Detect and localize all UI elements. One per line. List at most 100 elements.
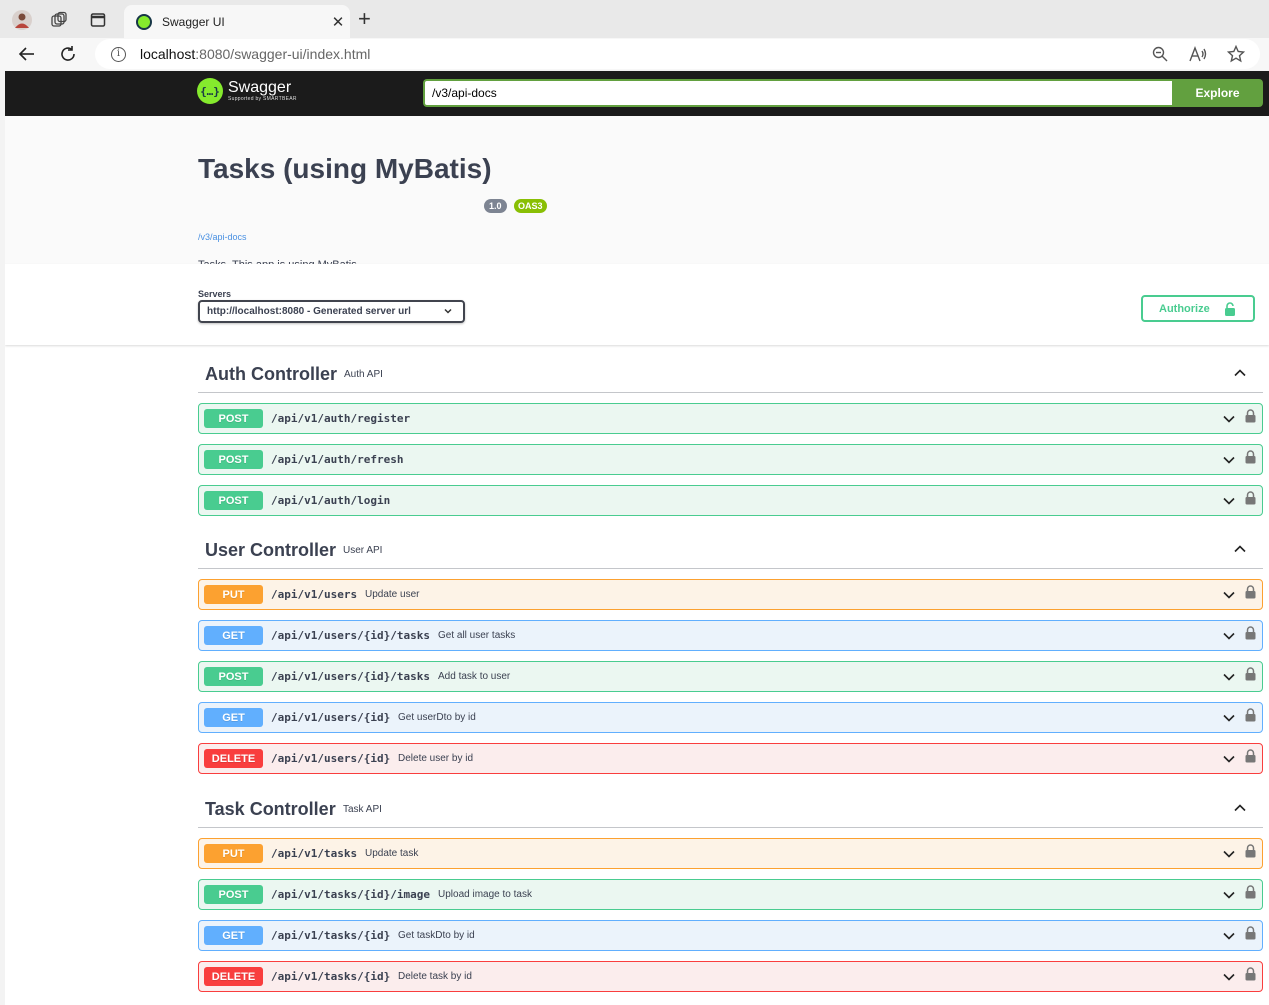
operation-path: /api/v1/users/{id}/tasks: [271, 670, 430, 683]
lock-icon[interactable]: [1245, 450, 1256, 469]
operation-summary: Get userDto by id: [398, 712, 476, 723]
operation-path: /api/v1/tasks: [271, 847, 358, 860]
chevron-down-icon[interactable]: [1222, 888, 1236, 907]
method-badge: POST: [204, 491, 263, 510]
tag-name: Auth Controller: [205, 364, 337, 384]
swagger-favicon-icon: [136, 13, 152, 30]
operation-path: /api/v1/auth/login: [271, 494, 391, 507]
lock-icon[interactable]: [1245, 967, 1256, 986]
operation-row[interactable]: GET/api/v1/users/{id} Get userDto by id: [198, 702, 1263, 733]
operation-row[interactable]: POST/api/v1/auth/login: [198, 485, 1263, 516]
spec-link[interactable]: /v3/api-docs: [198, 232, 247, 242]
chevron-down-icon[interactable]: [1222, 970, 1236, 989]
operation-summary: Get taskDto by id: [398, 930, 475, 941]
method-badge: POST: [204, 885, 263, 904]
operation-row[interactable]: POST/api/v1/users/{id}/tasks Add task to …: [198, 661, 1263, 692]
spec-url-input[interactable]: /v3/api-docs: [423, 79, 1173, 107]
lock-icon[interactable]: [1245, 708, 1256, 727]
method-badge: PUT: [204, 585, 263, 604]
back-icon[interactable]: [15, 42, 39, 66]
tag-section-header[interactable]: User Controller User API: [198, 534, 1263, 569]
operation-path: /api/v1/users/{id}/tasks: [271, 629, 430, 642]
vertical-tabs-icon[interactable]: [86, 8, 110, 32]
operation-row[interactable]: DELETE/api/v1/users/{id} Delete user by i…: [198, 743, 1263, 774]
favorite-star-icon[interactable]: [1224, 42, 1248, 66]
close-tab-icon[interactable]: ✕: [326, 13, 350, 31]
operation-path: /api/v1/tasks/{id}: [271, 929, 391, 942]
workspaces-icon[interactable]: [47, 8, 71, 32]
tag-section-header[interactable]: Task Controller Task API: [198, 793, 1263, 828]
lock-icon[interactable]: [1245, 885, 1256, 904]
lock-icon[interactable]: [1245, 626, 1256, 645]
method-badge: GET: [204, 708, 263, 727]
tag-section-header[interactable]: Auth Controller Auth API: [198, 358, 1263, 393]
servers-label: Servers: [198, 289, 232, 299]
operation-row[interactable]: POST/api/v1/auth/register: [198, 403, 1263, 434]
operation-path: /api/v1/tasks/{id}/image: [271, 888, 430, 901]
chevron-down-icon[interactable]: [1222, 412, 1236, 431]
swagger-logo[interactable]: {…} Swagger Supported by SMARTBEAR: [197, 78, 297, 104]
chevron-down-icon: [443, 306, 453, 318]
lock-icon[interactable]: [1245, 844, 1256, 863]
page-viewport: {…} Swagger Supported by SMARTBEAR /v3/a…: [5, 71, 1269, 1005]
method-badge: POST: [204, 450, 263, 469]
lock-icon[interactable]: [1245, 926, 1256, 945]
lock-icon[interactable]: [1245, 409, 1256, 428]
chevron-up-icon[interactable]: [1233, 542, 1247, 561]
operation-row[interactable]: GET/api/v1/tasks/{id} Get taskDto by id: [198, 920, 1263, 951]
lock-icon[interactable]: [1245, 749, 1256, 768]
operation-row[interactable]: POST/api/v1/tasks/{id}/image Upload image…: [198, 879, 1263, 910]
scheme-container: Servers http://localhost:8080 - Generate…: [5, 264, 1269, 345]
operation-path: /api/v1/tasks/{id}: [271, 970, 391, 983]
new-tab-icon[interactable]: +: [358, 8, 371, 30]
chevron-down-icon[interactable]: [1222, 711, 1236, 730]
logo-sub: Supported by SMARTBEAR: [228, 96, 297, 102]
chevron-up-icon[interactable]: [1233, 366, 1247, 385]
operation-row[interactable]: DELETE/api/v1/tasks/{id} Delete task by i…: [198, 961, 1263, 992]
authorize-label: Authorize: [1159, 302, 1210, 315]
zoom-out-icon[interactable]: [1148, 42, 1172, 66]
site-info-icon[interactable]: i: [111, 46, 126, 62]
lock-icon[interactable]: [1245, 491, 1256, 510]
chevron-down-icon[interactable]: [1222, 629, 1236, 648]
operation-row[interactable]: PUT/api/v1/users Update user: [198, 579, 1263, 610]
method-badge: GET: [204, 626, 263, 645]
swagger-logo-icon: {…}: [197, 78, 223, 104]
tab-swagger-ui[interactable]: Swagger UI ✕: [124, 5, 350, 38]
operation-summary: Delete task by id: [398, 971, 472, 982]
authorize-button[interactable]: Authorize: [1141, 295, 1255, 322]
operation-path: /api/v1/users: [271, 588, 358, 601]
lock-icon[interactable]: [1245, 667, 1256, 686]
method-badge: DELETE: [204, 967, 263, 986]
url-field[interactable]: i localhost:8080/swagger-ui/index.html: [95, 39, 1260, 69]
chevron-down-icon[interactable]: [1222, 670, 1236, 689]
explore-button[interactable]: Explore: [1172, 79, 1263, 107]
chevron-down-icon[interactable]: [1222, 494, 1236, 513]
read-aloud-icon[interactable]: [1186, 42, 1210, 66]
chevron-down-icon[interactable]: [1222, 847, 1236, 866]
operation-summary: Upload image to task: [438, 889, 532, 900]
unlocked-icon: [1224, 302, 1236, 319]
operation-summary: Delete user by id: [398, 753, 474, 764]
chevron-up-icon[interactable]: [1233, 801, 1247, 820]
chevron-down-icon[interactable]: [1222, 453, 1236, 472]
tag-name: User Controller: [205, 540, 337, 560]
method-badge: DELETE: [204, 749, 263, 768]
api-info: Tasks (using MyBatis) 1.0 OAS3 /v3/api-d…: [5, 116, 1269, 271]
chevron-down-icon[interactable]: [1222, 588, 1236, 607]
operation-row[interactable]: PUT/api/v1/tasks Update task: [198, 838, 1263, 869]
servers-select[interactable]: http://localhost:8080 - Generated server…: [198, 300, 465, 323]
operation-summary: Add task to user: [438, 671, 511, 682]
profile-avatar-icon[interactable]: [10, 8, 34, 32]
reload-icon[interactable]: [56, 42, 80, 66]
tag-name: Task Controller: [205, 799, 336, 819]
tag-description: Task API: [343, 804, 382, 815]
operation-row[interactable]: GET/api/v1/users/{id}/tasks Get all user …: [198, 620, 1263, 651]
operation-summary: Update task: [365, 848, 419, 859]
lock-icon[interactable]: [1245, 585, 1256, 604]
chevron-down-icon[interactable]: [1222, 929, 1236, 948]
operation-row[interactable]: POST/api/v1/auth/refresh: [198, 444, 1263, 475]
tag-description: Auth API: [344, 369, 383, 380]
chevron-down-icon[interactable]: [1222, 752, 1236, 771]
operation-summary: Get all user tasks: [438, 630, 516, 641]
